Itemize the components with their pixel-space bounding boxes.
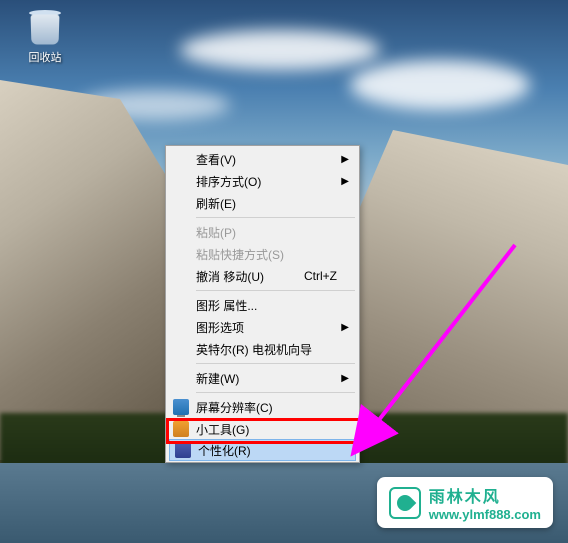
- recycle-bin-label: 回收站: [29, 49, 62, 65]
- desktop-context-menu: 查看(V) ▶ 排序方式(O) ▶ 刷新(E) 粘贴(P) 粘贴快捷方式(S) …: [165, 145, 360, 463]
- menu-label: 撤消 移动(U): [196, 268, 284, 285]
- menu-label: 排序方式(O): [196, 173, 337, 190]
- menu-label: 英特尔(R) 电视机向导: [196, 341, 337, 358]
- menu-item-personalize[interactable]: 个性化(R): [169, 439, 356, 461]
- submenu-arrow-icon: ▶: [341, 154, 349, 165]
- watermark-url: www.ylmf888.com: [429, 507, 541, 522]
- watermark: 雨林木风 www.ylmf888.com: [377, 477, 553, 528]
- recycle-bin-icon[interactable]: 回收站: [20, 5, 70, 65]
- menu-label: 查看(V): [196, 151, 337, 168]
- monitor-icon: [173, 399, 189, 415]
- menu-separator: [196, 217, 355, 218]
- menu-item-view[interactable]: 查看(V) ▶: [168, 148, 357, 170]
- menu-item-paste: 粘贴(P): [168, 221, 357, 243]
- menu-item-graphics-properties[interactable]: 图形 属性...: [168, 294, 357, 316]
- menu-label: 个性化(R): [198, 442, 335, 459]
- menu-item-gadgets[interactable]: 小工具(G): [168, 418, 357, 440]
- menu-label: 粘贴(P): [196, 224, 337, 241]
- watermark-title: 雨林木风: [429, 483, 541, 507]
- menu-label: 新建(W): [196, 370, 337, 387]
- menu-label: 图形 属性...: [196, 297, 337, 314]
- menu-item-paste-shortcut: 粘贴快捷方式(S): [168, 243, 357, 265]
- menu-item-new[interactable]: 新建(W) ▶: [168, 367, 357, 389]
- menu-label: 屏幕分辨率(C): [196, 399, 337, 416]
- menu-separator: [196, 290, 355, 291]
- menu-shortcut-text: Ctrl+Z: [284, 269, 337, 283]
- personalize-icon: [175, 442, 191, 458]
- menu-item-refresh[interactable]: 刷新(E): [168, 192, 357, 214]
- recycle-bin-graphic: [27, 5, 63, 45]
- menu-separator: [196, 363, 355, 364]
- menu-label: 小工具(G): [196, 421, 337, 438]
- cloud-decoration: [180, 30, 380, 70]
- menu-separator: [196, 392, 355, 393]
- menu-label: 图形选项: [196, 319, 337, 336]
- menu-label: 粘贴快捷方式(S): [196, 246, 337, 263]
- submenu-arrow-icon: ▶: [341, 373, 349, 384]
- menu-item-screen-resolution[interactable]: 屏幕分辨率(C): [168, 396, 357, 418]
- submenu-arrow-icon: ▶: [341, 322, 349, 333]
- gadget-icon: [173, 421, 189, 437]
- watermark-logo-icon: [389, 487, 421, 519]
- menu-item-undo-move[interactable]: 撤消 移动(U) Ctrl+Z: [168, 265, 357, 287]
- submenu-arrow-icon: ▶: [341, 176, 349, 187]
- menu-item-sort-by[interactable]: 排序方式(O) ▶: [168, 170, 357, 192]
- menu-item-intel-tv[interactable]: 英特尔(R) 电视机向导: [168, 338, 357, 360]
- menu-item-graphics-options[interactable]: 图形选项 ▶: [168, 316, 357, 338]
- menu-label: 刷新(E): [196, 195, 337, 212]
- cloud-decoration: [350, 60, 530, 110]
